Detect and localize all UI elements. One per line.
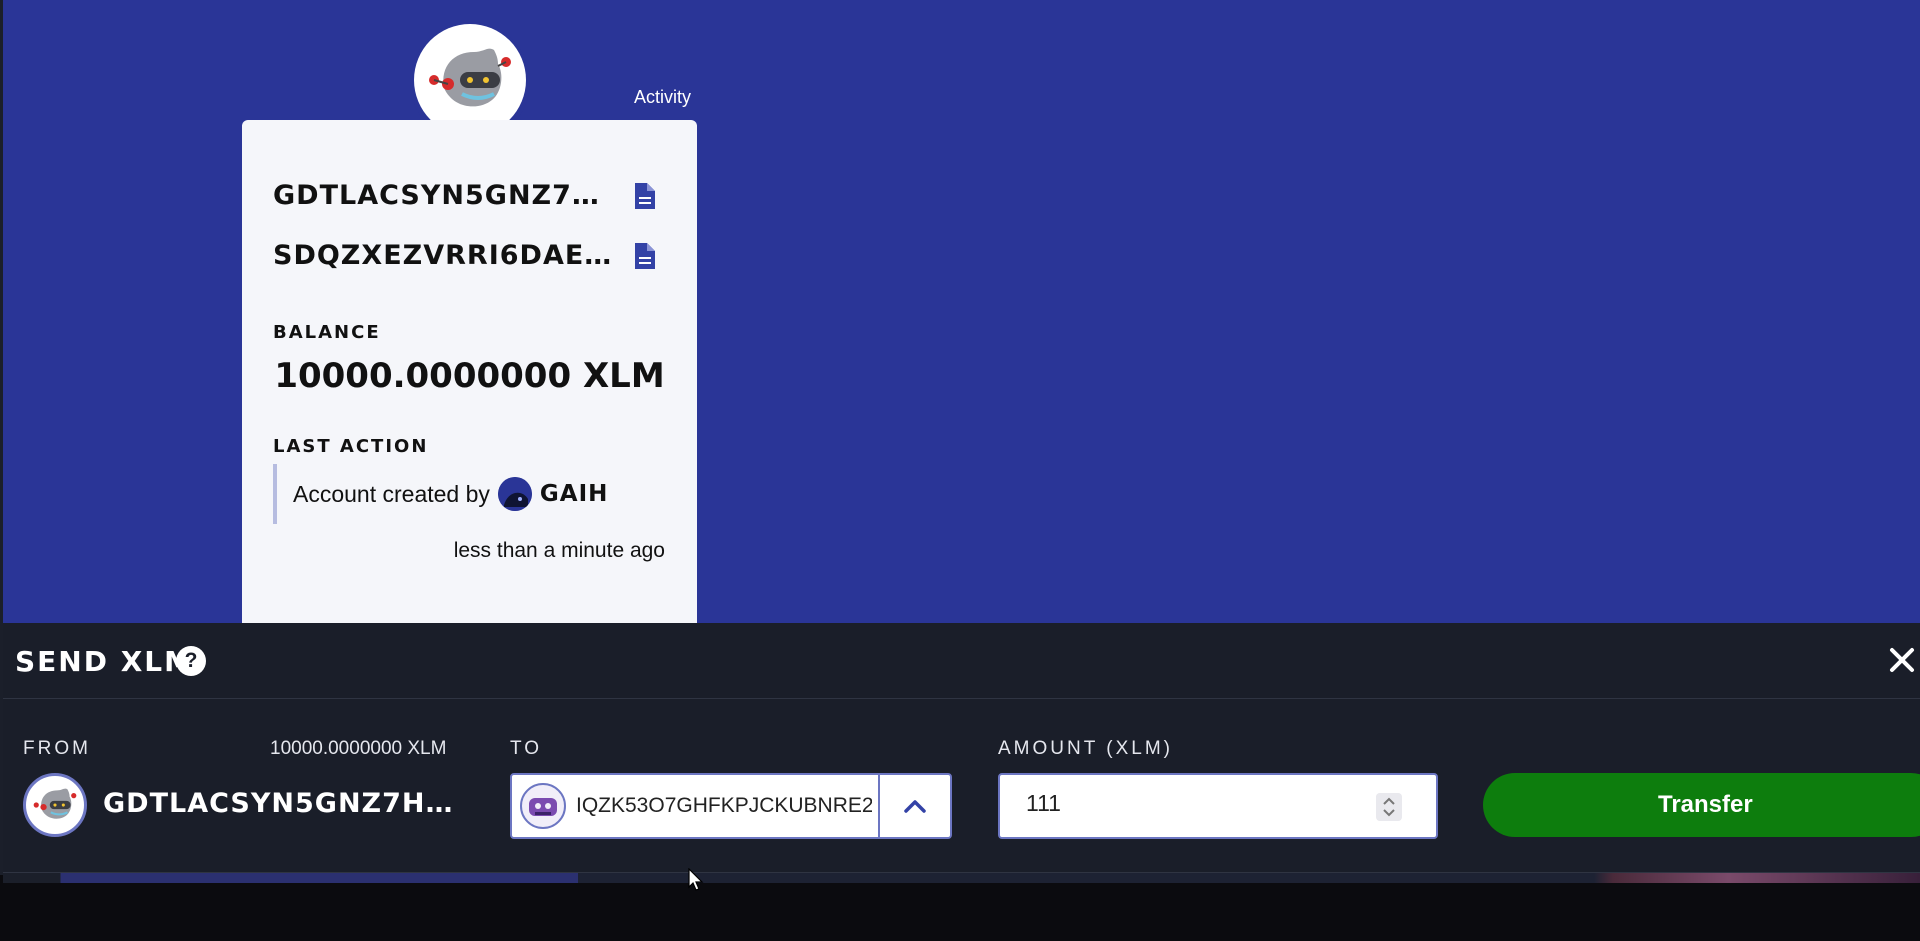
last-action-label: LAST ACTION [273, 436, 429, 457]
balance-label: BALANCE [273, 322, 381, 343]
copy-icon[interactable] [631, 181, 657, 211]
last-action-text: Account created by [293, 480, 490, 507]
mouse-cursor-icon [688, 868, 704, 891]
recipient-dropdown-toggle[interactable] [878, 775, 950, 837]
copy-icon[interactable] [631, 241, 657, 271]
creator-avatar-icon [497, 477, 532, 511]
to-field[interactable] [510, 773, 952, 839]
amount-field[interactable] [998, 773, 1438, 839]
secret-key: SDQZXEZVRRI6DAEHXXXXXXXX [273, 240, 619, 271]
public-key-row: GDTLACSYN5GNZ7HNUXXXXXXXX [273, 180, 657, 211]
activity-link[interactable]: Activity [634, 87, 691, 108]
to-address-input[interactable] [574, 793, 874, 819]
send-title: SEND XLM [15, 645, 195, 678]
public-key: GDTLACSYN5GNZ7HNUXXXXXXXX [273, 180, 619, 211]
send-panel-header: SEND XLM ? [3, 623, 1920, 699]
creator-name[interactable]: GAIH [540, 481, 609, 507]
number-stepper-icon[interactable] [1376, 793, 1402, 821]
robot-avatar-icon [33, 788, 77, 819]
chevron-up-icon [904, 800, 926, 813]
amount-input[interactable] [1024, 789, 1354, 818]
background-strip [3, 873, 1920, 883]
amount-label: AMOUNT (XLM) [998, 738, 1173, 759]
timestamp: less than a minute ago [453, 539, 665, 562]
from-avatar[interactable] [23, 773, 87, 837]
account-card: GDTLACSYN5GNZ7HNUXXXXXXXX SDQZXEZVRRI6DA… [242, 120, 697, 623]
secret-key-row: SDQZXEZVRRI6DAEHXXXXXXXX [273, 240, 657, 271]
from-label: FROM [23, 738, 91, 759]
app-stage: Activity GDTLACSYN5GNZ7HNUXXXXXXXX SDQZX… [0, 0, 1920, 941]
send-xlm-panel: SEND XLM ? FROM 10000.0000000 XLM GDTLAC… [3, 623, 1920, 873]
recipient-avatar-icon [520, 783, 566, 829]
to-label: TO [510, 738, 543, 759]
help-icon[interactable]: ? [176, 646, 206, 676]
close-icon[interactable] [1887, 645, 1917, 675]
balance-value: 10000.0000000 XLM [274, 356, 665, 396]
last-action: Account created by GAIH [273, 464, 653, 524]
from-balance: 10000.0000000 XLM [270, 738, 447, 759]
from-address: GDTLACSYN5GNZ7HNUXXXXXXX [103, 788, 463, 819]
transfer-button[interactable]: Transfer [1483, 773, 1920, 837]
